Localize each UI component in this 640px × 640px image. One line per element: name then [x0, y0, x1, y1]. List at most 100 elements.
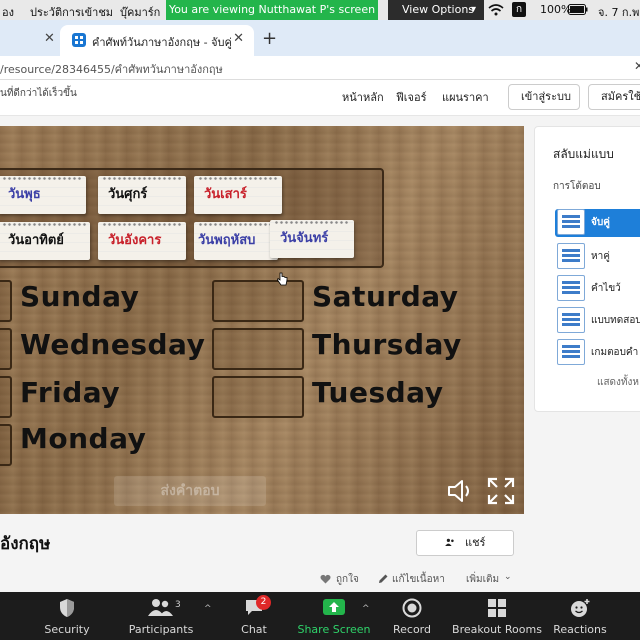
answer-card[interactable]: วันจันทร์ [270, 220, 354, 258]
reactions-label: Reactions [553, 623, 607, 636]
nav-features-link[interactable]: ฟีเจอร์ [396, 88, 427, 106]
template-label: เกมตอบคำ [591, 347, 639, 358]
show-all-templates-link[interactable]: แสดงทั้งห [597, 375, 639, 390]
browser-tab-active[interactable]: คำศัพท์วันภาษาอังกฤษ - จับคู่ ✕ [60, 25, 254, 56]
card-label: วันพฤหัสบ [198, 233, 256, 248]
login-button[interactable]: เข้าสู่ระบบ [508, 84, 580, 110]
menu-item-history[interactable]: ประวัติการเข้าชม [30, 3, 113, 21]
chevron-up-icon[interactable]: ^ [362, 604, 370, 614]
share-screen-button[interactable]: Share Screen [296, 592, 372, 640]
find-match-template-icon [557, 243, 585, 269]
crossword-template-icon [557, 275, 585, 301]
card-label: วันอาทิตย์ [8, 233, 64, 248]
template-find-match[interactable]: หาคู่ [555, 243, 640, 271]
card-label: วันศุกร์ [108, 187, 148, 202]
drop-zone[interactable] [0, 280, 12, 322]
chat-label: Chat [241, 623, 267, 636]
nav-pricing-link[interactable]: แผนราคา [442, 88, 489, 106]
hand-cursor-icon [277, 272, 288, 286]
drop-zone[interactable] [0, 424, 12, 466]
drop-zone[interactable] [0, 328, 12, 370]
zoom-meeting-controls: Security Participants ^ Chat Share Scree… [0, 592, 640, 640]
security-button[interactable]: Security [36, 592, 98, 640]
url-text[interactable]: /resource/28346455/คำศัพทวันภาษาอังกฤษ [0, 60, 223, 78]
like-button[interactable]: ถูกใจ [336, 572, 359, 587]
close-tab-icon[interactable]: ✕ [44, 31, 55, 46]
drop-zone[interactable] [212, 280, 304, 322]
answer-card[interactable]: วันพุธ [0, 176, 86, 214]
drop-zone[interactable] [0, 376, 12, 418]
record-icon [402, 598, 422, 618]
card-label: วันอังคาร [108, 233, 162, 248]
template-label: หาคู่ [591, 251, 610, 262]
share-button[interactable]: แชร์ [416, 530, 514, 556]
tab-title: คำศัพท์วันภาษาอังกฤษ - จับคู่ [92, 36, 232, 49]
panel-title: สลับแม่แบบ [553, 147, 614, 161]
breakout-rooms-icon [488, 599, 506, 617]
more-options-button[interactable]: เพิ่มเติม [466, 572, 499, 587]
participants-icon [148, 599, 173, 616]
match-up-template-icon [557, 209, 585, 235]
template-switcher-panel: สลับแม่แบบ การโต้ตอบ จับคู่ หาคู่ คำไขว้… [534, 126, 640, 412]
fullscreen-icon[interactable] [486, 476, 516, 506]
address-bar[interactable]: /resource/28346455/คำศัพทวันภาษาอังกฤษ ✕ [0, 56, 640, 80]
match-up-game-board[interactable]: วันพุธ วันศุกร์ วันเสาร์ วันอาทิตย์ วันอ… [0, 126, 524, 514]
template-match-up[interactable]: จับคู่ [555, 209, 640, 237]
share-people-icon [445, 538, 454, 546]
record-label: Record [392, 623, 431, 636]
card-label: วันจันทร์ [280, 231, 329, 246]
answer-card[interactable]: วันพฤหัสบ [194, 222, 278, 260]
close-icon[interactable]: ✕ [634, 59, 640, 73]
view-options-button[interactable]: View Options [388, 0, 484, 20]
answer-card[interactable]: วันอาทิตย์ [0, 222, 90, 260]
word-label: Saturday [312, 280, 459, 313]
word-label: Sunday [20, 280, 140, 313]
heart-icon[interactable] [320, 574, 331, 584]
word-label: Friday [20, 376, 121, 409]
menu-bar: อง ประวัติการเข้าชม บุ๊คมาร์ก You are vi… [0, 0, 640, 20]
template-label: จับคู่ [591, 217, 610, 228]
battery-icon[interactable] [568, 4, 588, 15]
favicon-icon [72, 33, 86, 47]
word-label: Thursday [312, 328, 462, 361]
clock-date[interactable]: จ. 7 ก.พ. [598, 3, 640, 21]
nav-home-link[interactable]: หน้าหลัก [342, 88, 384, 106]
answer-card[interactable]: วันอังคาร [98, 222, 186, 260]
share-screen-label: Share Screen [297, 623, 371, 636]
edit-content-button[interactable]: แก้ไขเนื้อหา [392, 572, 445, 587]
security-label: Security [44, 623, 90, 636]
pencil-icon[interactable] [378, 573, 389, 584]
share-screen-icon [323, 599, 345, 615]
word-label: Monday [20, 422, 147, 455]
screen-share-banner: You are viewing Nutthawat P's screen [166, 0, 378, 20]
close-tab-icon[interactable]: ✕ [233, 31, 244, 46]
input-source-icon[interactable]: ก [512, 2, 526, 17]
reactions-button[interactable]: Reactions [552, 592, 608, 640]
drop-zone[interactable] [212, 328, 304, 370]
panel-subtitle: การโต้ตอบ [553, 181, 601, 192]
menu-item[interactable]: อง [2, 3, 14, 21]
template-quiz[interactable]: แบบทดสอบ [555, 307, 640, 335]
new-tab-button[interactable]: + [262, 28, 277, 49]
gameshow-template-icon [557, 339, 585, 365]
answer-card[interactable]: วันเสาร์ [194, 176, 282, 214]
drop-zone[interactable] [212, 376, 304, 418]
chevron-up-icon[interactable]: ^ [204, 604, 212, 614]
breakout-rooms-button[interactable]: Breakout Rooms [452, 592, 542, 640]
template-gameshow[interactable]: เกมตอบคำ [555, 339, 640, 367]
submit-answers-button[interactable]: ส่งคำตอบ [114, 476, 266, 506]
card-label: วันเสาร์ [204, 187, 247, 202]
wifi-icon[interactable] [488, 3, 504, 17]
menu-item-bookmarks[interactable]: บุ๊คมาร์ก [120, 3, 160, 21]
signup-button[interactable]: สมัครใช้ [588, 84, 640, 110]
word-label: Tuesday [312, 376, 444, 409]
battery-percent: 100% [540, 3, 572, 16]
answer-card[interactable]: วันศุกร์ [98, 176, 186, 214]
participants-button[interactable]: Participants [124, 592, 198, 640]
template-crossword[interactable]: คำไขว้ [555, 275, 640, 303]
chevron-down-icon[interactable]: ⌄ [504, 572, 512, 582]
speaker-icon[interactable] [446, 478, 476, 504]
quiz-template-icon [557, 307, 585, 333]
participants-label: Participants [128, 623, 194, 636]
record-button[interactable]: Record [388, 592, 436, 640]
